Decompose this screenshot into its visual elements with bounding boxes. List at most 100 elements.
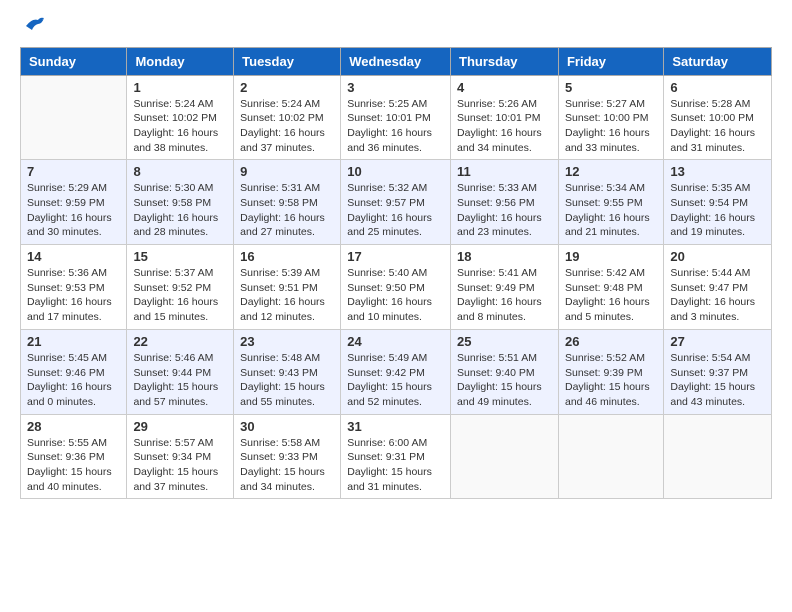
calendar-cell: 8 Sunrise: 5:30 AM Sunset: 9:58 PM Daylig… <box>127 160 234 245</box>
calendar-cell: 11 Sunrise: 5:33 AM Sunset: 9:56 PM Dayli… <box>451 160 559 245</box>
calendar-cell: 16 Sunrise: 5:39 AM Sunset: 9:51 PM Dayli… <box>234 245 341 330</box>
day-info: Sunrise: 5:32 AM Sunset: 9:57 PM Dayligh… <box>347 181 444 240</box>
day-info: Sunrise: 5:31 AM Sunset: 9:58 PM Dayligh… <box>240 181 334 240</box>
day-number: 25 <box>457 334 552 349</box>
calendar-cell: 10 Sunrise: 5:32 AM Sunset: 9:57 PM Dayli… <box>341 160 451 245</box>
calendar-cell: 24Sunrise: 5:49 AM Sunset: 9:42 PM Dayli… <box>341 329 451 414</box>
day-number: 28 <box>27 419 120 434</box>
weekday-header-sunday: Sunday <box>21 47 127 75</box>
day-number: 23 <box>240 334 334 349</box>
day-info: Sunrise: 5:42 AM Sunset: 9:48 PM Dayligh… <box>565 266 657 325</box>
weekday-header-thursday: Thursday <box>451 47 559 75</box>
calendar-cell: 5Sunrise: 5:27 AM Sunset: 10:00 PM Dayli… <box>558 75 663 160</box>
calendar-cell: 30Sunrise: 5:58 AM Sunset: 9:33 PM Dayli… <box>234 414 341 499</box>
day-info: Sunrise: 5:35 AM Sunset: 9:54 PM Dayligh… <box>670 181 765 240</box>
day-info: Sunrise: 5:57 AM Sunset: 9:34 PM Dayligh… <box>133 436 227 495</box>
day-info: Sunrise: 5:29 AM Sunset: 9:59 PM Dayligh… <box>27 181 120 240</box>
calendar-cell: 29 Sunrise: 5:57 AM Sunset: 9:34 PM Dayli… <box>127 414 234 499</box>
calendar-cell: 28 Sunrise: 5:55 AM Sunset: 9:36 PM Dayli… <box>21 414 127 499</box>
calendar-cell: 15 Sunrise: 5:37 AM Sunset: 9:52 PM Dayli… <box>127 245 234 330</box>
week-row-3: 14Sunrise: 5:36 AM Sunset: 9:53 PM Dayli… <box>21 245 772 330</box>
calendar-cell: 18Sunrise: 5:41 AM Sunset: 9:49 PM Dayli… <box>451 245 559 330</box>
day-number: 1 <box>133 80 227 95</box>
calendar-cell: 27 Sunrise: 5:54 AM Sunset: 9:37 PM Dayli… <box>664 329 772 414</box>
calendar-cell: 9 Sunrise: 5:31 AM Sunset: 9:58 PM Daylig… <box>234 160 341 245</box>
day-info: Sunrise: 5:52 AM Sunset: 9:39 PM Dayligh… <box>565 351 657 410</box>
calendar-cell: 4 Sunrise: 5:26 AM Sunset: 10:01 PM Dayli… <box>451 75 559 160</box>
week-row-1: 1 Sunrise: 5:24 AM Sunset: 10:02 PM Dayli… <box>21 75 772 160</box>
day-info: Sunrise: 5:24 AM Sunset: 10:02 PM Daylig… <box>240 97 334 156</box>
calendar-cell: 7 Sunrise: 5:29 AM Sunset: 9:59 PM Daylig… <box>21 160 127 245</box>
logo <box>20 16 46 39</box>
day-info: Sunrise: 5:33 AM Sunset: 9:56 PM Dayligh… <box>457 181 552 240</box>
calendar-table: SundayMondayTuesdayWednesdayThursdayFrid… <box>20 47 772 500</box>
weekday-header-saturday: Saturday <box>664 47 772 75</box>
calendar-cell: 12Sunrise: 5:34 AM Sunset: 9:55 PM Dayli… <box>558 160 663 245</box>
calendar-cell: 1 Sunrise: 5:24 AM Sunset: 10:02 PM Dayli… <box>127 75 234 160</box>
week-row-2: 7 Sunrise: 5:29 AM Sunset: 9:59 PM Daylig… <box>21 160 772 245</box>
day-info: Sunrise: 6:00 AM Sunset: 9:31 PM Dayligh… <box>347 436 444 495</box>
day-info: Sunrise: 5:45 AM Sunset: 9:46 PM Dayligh… <box>27 351 120 410</box>
page-container: SundayMondayTuesdayWednesdayThursdayFrid… <box>0 0 792 515</box>
day-number: 11 <box>457 164 552 179</box>
weekday-header-tuesday: Tuesday <box>234 47 341 75</box>
day-number: 9 <box>240 164 334 179</box>
day-info: Sunrise: 5:39 AM Sunset: 9:51 PM Dayligh… <box>240 266 334 325</box>
day-info: Sunrise: 5:49 AM Sunset: 9:42 PM Dayligh… <box>347 351 444 410</box>
day-info: Sunrise: 5:54 AM Sunset: 9:37 PM Dayligh… <box>670 351 765 410</box>
day-number: 19 <box>565 249 657 264</box>
day-info: Sunrise: 5:58 AM Sunset: 9:33 PM Dayligh… <box>240 436 334 495</box>
day-number: 27 <box>670 334 765 349</box>
day-info: Sunrise: 5:48 AM Sunset: 9:43 PM Dayligh… <box>240 351 334 410</box>
day-info: Sunrise: 5:26 AM Sunset: 10:01 PM Daylig… <box>457 97 552 156</box>
week-row-5: 28 Sunrise: 5:55 AM Sunset: 9:36 PM Dayli… <box>21 414 772 499</box>
day-number: 17 <box>347 249 444 264</box>
day-number: 4 <box>457 80 552 95</box>
day-number: 31 <box>347 419 444 434</box>
day-number: 29 <box>133 419 227 434</box>
day-info: Sunrise: 5:24 AM Sunset: 10:02 PM Daylig… <box>133 97 227 156</box>
weekday-header-wednesday: Wednesday <box>341 47 451 75</box>
day-number: 8 <box>133 164 227 179</box>
logo-bird-icon <box>24 16 46 34</box>
day-number: 2 <box>240 80 334 95</box>
calendar-cell: 6 Sunrise: 5:28 AM Sunset: 10:00 PM Dayli… <box>664 75 772 160</box>
day-number: 14 <box>27 249 120 264</box>
page-header <box>20 16 772 39</box>
day-info: Sunrise: 5:37 AM Sunset: 9:52 PM Dayligh… <box>133 266 227 325</box>
day-info: Sunrise: 5:40 AM Sunset: 9:50 PM Dayligh… <box>347 266 444 325</box>
weekday-header-monday: Monday <box>127 47 234 75</box>
calendar-cell: 26Sunrise: 5:52 AM Sunset: 9:39 PM Dayli… <box>558 329 663 414</box>
weekday-header-friday: Friday <box>558 47 663 75</box>
day-number: 16 <box>240 249 334 264</box>
day-number: 13 <box>670 164 765 179</box>
day-info: Sunrise: 5:55 AM Sunset: 9:36 PM Dayligh… <box>27 436 120 495</box>
calendar-cell: 3 Sunrise: 5:25 AM Sunset: 10:01 PM Dayli… <box>341 75 451 160</box>
calendar-cell: 13 Sunrise: 5:35 AM Sunset: 9:54 PM Dayli… <box>664 160 772 245</box>
day-info: Sunrise: 5:46 AM Sunset: 9:44 PM Dayligh… <box>133 351 227 410</box>
day-number: 7 <box>27 164 120 179</box>
calendar-cell: 25 Sunrise: 5:51 AM Sunset: 9:40 PM Dayli… <box>451 329 559 414</box>
day-number: 3 <box>347 80 444 95</box>
day-number: 5 <box>565 80 657 95</box>
calendar-cell <box>558 414 663 499</box>
day-info: Sunrise: 5:28 AM Sunset: 10:00 PM Daylig… <box>670 97 765 156</box>
calendar-cell: 17 Sunrise: 5:40 AM Sunset: 9:50 PM Dayli… <box>341 245 451 330</box>
calendar-cell: 31 Sunrise: 6:00 AM Sunset: 9:31 PM Dayli… <box>341 414 451 499</box>
day-number: 10 <box>347 164 444 179</box>
week-row-4: 21Sunrise: 5:45 AM Sunset: 9:46 PM Dayli… <box>21 329 772 414</box>
calendar-cell <box>21 75 127 160</box>
day-info: Sunrise: 5:25 AM Sunset: 10:01 PM Daylig… <box>347 97 444 156</box>
day-info: Sunrise: 5:30 AM Sunset: 9:58 PM Dayligh… <box>133 181 227 240</box>
calendar-cell: 2 Sunrise: 5:24 AM Sunset: 10:02 PM Dayli… <box>234 75 341 160</box>
day-number: 15 <box>133 249 227 264</box>
day-info: Sunrise: 5:41 AM Sunset: 9:49 PM Dayligh… <box>457 266 552 325</box>
calendar-cell: 23 Sunrise: 5:48 AM Sunset: 9:43 PM Dayli… <box>234 329 341 414</box>
day-info: Sunrise: 5:44 AM Sunset: 9:47 PM Dayligh… <box>670 266 765 325</box>
day-number: 6 <box>670 80 765 95</box>
calendar-cell: 22 Sunrise: 5:46 AM Sunset: 9:44 PM Dayli… <box>127 329 234 414</box>
weekday-header-row: SundayMondayTuesdayWednesdayThursdayFrid… <box>21 47 772 75</box>
day-number: 22 <box>133 334 227 349</box>
day-info: Sunrise: 5:51 AM Sunset: 9:40 PM Dayligh… <box>457 351 552 410</box>
day-number: 20 <box>670 249 765 264</box>
